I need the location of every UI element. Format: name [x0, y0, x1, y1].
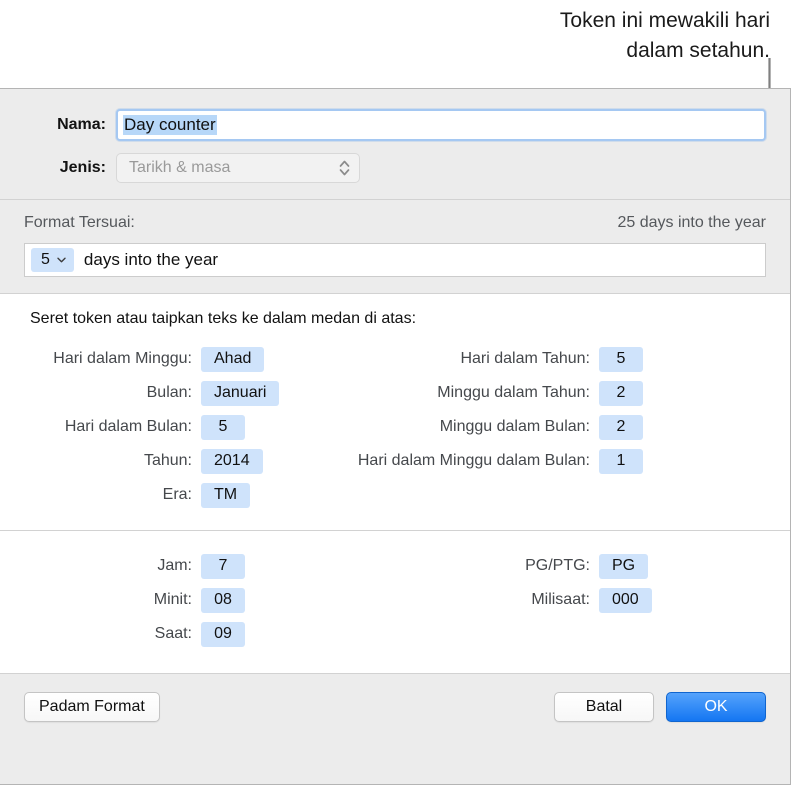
- kind-field-row: Jenis: Tarikh & masa: [24, 153, 766, 183]
- token-year[interactable]: 2014: [201, 448, 263, 474]
- kind-select[interactable]: Tarikh & masa: [116, 153, 360, 183]
- format-header: Format Tersuai: 25 days into the year: [24, 214, 766, 232]
- cancel-button[interactable]: Batal: [554, 692, 654, 722]
- token-row-day-of-year: Hari dalam Tahun: 5: [290, 342, 790, 376]
- token-label: Milisaat:: [531, 591, 590, 608]
- token-label: Tahun:: [143, 452, 192, 469]
- token-row-year: Tahun: 2014: [0, 444, 290, 478]
- token-row-week-of-year: Minggu dalam Tahun: 2: [290, 376, 790, 410]
- token-minute[interactable]: 08: [201, 587, 245, 613]
- identity-section: Nama: Day counter Jenis: Tarikh & masa: [0, 89, 790, 199]
- token-hour[interactable]: 7: [201, 553, 245, 579]
- token-row-era: Era: TM: [0, 478, 290, 512]
- token-row-minute: Minit: 08: [0, 583, 290, 617]
- token-day-of-month[interactable]: 5: [201, 414, 245, 440]
- format-editor-field[interactable]: 5 days into the year: [24, 243, 766, 277]
- token-label: Minggu dalam Tahun:: [437, 384, 590, 401]
- token-label: Hari dalam Minggu:: [53, 350, 192, 367]
- token-label: Era:: [162, 486, 192, 503]
- token-label: Hari dalam Minggu dalam Bulan:: [357, 452, 590, 469]
- chevron-down-icon[interactable]: [57, 255, 66, 266]
- token-day-of-year[interactable]: 5: [599, 346, 643, 372]
- delete-format-button[interactable]: Padam Format: [24, 692, 160, 722]
- token-label: Jam:: [157, 557, 192, 574]
- kind-select-value: Tarikh & masa: [129, 159, 231, 176]
- chevron-up-down-icon: [338, 158, 351, 178]
- token-row-week-of-month: Minggu dalam Bulan: 2: [290, 410, 790, 444]
- name-input[interactable]: Day counter: [116, 109, 766, 141]
- token-week-of-year[interactable]: 2: [599, 380, 643, 406]
- token-day-of-week-in-month[interactable]: 1: [599, 448, 643, 474]
- format-label: Format Tersuai:: [24, 214, 135, 231]
- date-tokens-section: Seret token atau taipkan teks ke dalam m…: [0, 294, 790, 530]
- date-token-grid: Hari dalam Minggu: Ahad Bulan: Januari H…: [0, 342, 790, 512]
- custom-format-section: Format Tersuai: 25 days into the year 5 …: [0, 200, 790, 293]
- name-field-row: Nama: Day counter: [24, 109, 766, 141]
- token-label: Minit:: [153, 591, 192, 608]
- drag-hint-text: Seret token atau taipkan teks ke dalam m…: [30, 310, 417, 327]
- time-token-right-column: PG/PTG: PG Milisaat: 000: [290, 549, 790, 651]
- token-label: Hari dalam Tahun:: [460, 350, 590, 367]
- token-row-day-of-week-in-month: Hari dalam Minggu dalam Bulan: 1: [290, 444, 790, 478]
- token-row-am-pm: PG/PTG: PG: [290, 549, 790, 583]
- custom-format-dialog: Nama: Day counter Jenis: Tarikh & masa F…: [0, 88, 791, 785]
- token-month[interactable]: Januari: [201, 380, 280, 406]
- token-day-of-week[interactable]: Ahad: [201, 346, 265, 372]
- name-input-value: Day counter: [123, 115, 217, 135]
- token-second[interactable]: 09: [201, 621, 245, 647]
- ok-button[interactable]: OK: [666, 692, 766, 722]
- token-label: PG/PTG:: [525, 557, 590, 574]
- token-label: Hari dalam Bulan:: [64, 418, 192, 435]
- format-field-text: days into the year: [83, 250, 219, 269]
- time-token-grid: Jam: 7 Minit: 08 Saat: 09 PG/PTG: PG Mil…: [0, 549, 790, 651]
- date-token-left-column: Hari dalam Minggu: Ahad Bulan: Januari H…: [0, 342, 290, 512]
- format-token-day-of-year[interactable]: 5: [31, 248, 74, 272]
- token-label: Minggu dalam Bulan:: [439, 418, 590, 435]
- token-row-day-of-month: Hari dalam Bulan: 5: [0, 410, 290, 444]
- token-week-of-month[interactable]: 2: [599, 414, 643, 440]
- token-row-hour: Jam: 7: [0, 549, 290, 583]
- time-tokens-section: Jam: 7 Minit: 08 Saat: 09 PG/PTG: PG Mil…: [0, 531, 790, 673]
- kind-label: Jenis:: [59, 159, 106, 176]
- token-millisecond[interactable]: 000: [599, 587, 652, 613]
- name-label: Nama:: [57, 116, 106, 133]
- token-row-day-of-week: Hari dalam Minggu: Ahad: [0, 342, 290, 376]
- time-token-left-column: Jam: 7 Minit: 08 Saat: 09: [0, 549, 290, 651]
- format-preview: 25 days into the year: [617, 214, 766, 231]
- format-token-value: 5: [41, 251, 50, 268]
- token-row-millisecond: Milisaat: 000: [290, 583, 790, 617]
- token-label: Bulan:: [146, 384, 192, 401]
- callout-annotation-text: Token ini mewakili hari dalam setahun.: [559, 9, 770, 62]
- token-era[interactable]: TM: [201, 482, 251, 508]
- token-am-pm[interactable]: PG: [599, 553, 649, 579]
- token-label: Saat:: [154, 625, 192, 642]
- token-row-second: Saat: 09: [0, 617, 290, 651]
- footer-action-buttons: Batal OK: [554, 692, 766, 722]
- dialog-footer: Padam Format Batal OK: [0, 674, 790, 742]
- token-row-month: Bulan: Januari: [0, 376, 290, 410]
- date-token-right-column: Hari dalam Tahun: 5 Minggu dalam Tahun: …: [290, 342, 790, 512]
